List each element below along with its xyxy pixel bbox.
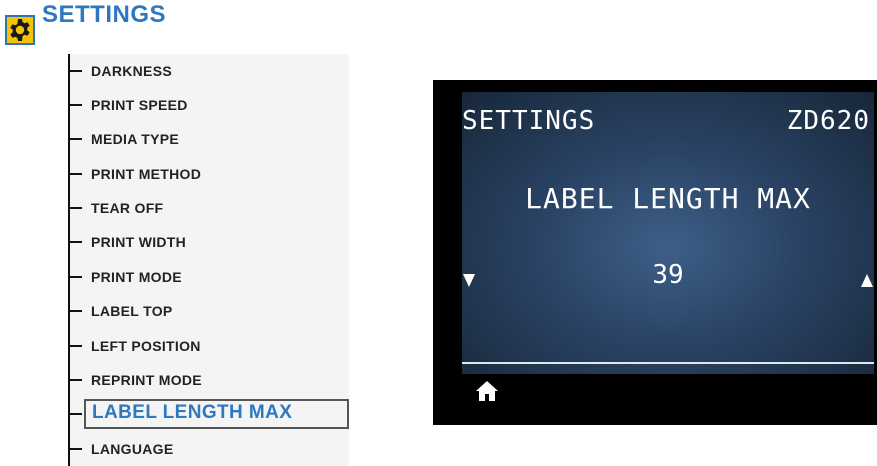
menu-item-label: PRINT SPEED [91, 97, 188, 113]
menu-item-label-top[interactable]: LABEL TOP [68, 294, 349, 328]
setting-value: 39 [652, 260, 684, 290]
gear-icon [5, 15, 35, 45]
menu-item-darkness[interactable]: DARKNESS [68, 54, 349, 88]
lcd-panel: SETTINGS ZD620 LABEL LENGTH MAX 39 [462, 92, 874, 374]
menu-item-reprint-mode[interactable]: REPRINT MODE [68, 363, 349, 397]
menu-item-label: PRINT WIDTH [91, 234, 187, 250]
menu-item-print-speed[interactable]: PRINT SPEED [68, 88, 349, 122]
menu-item-language[interactable]: LANGUAGE [68, 432, 349, 466]
menu-item-label: REPRINT MODE [91, 372, 202, 388]
menu-item-print-width[interactable]: PRINT WIDTH [68, 225, 349, 259]
menu-item-tear-off[interactable]: TEAR OFF [68, 191, 349, 225]
divider [462, 362, 874, 364]
menu-item-label: PRINT MODE [91, 269, 182, 285]
menu-item-print-mode[interactable]: PRINT MODE [68, 260, 349, 294]
menu-item-media-type[interactable]: MEDIA TYPE [68, 122, 349, 156]
printer-display: SETTINGS ZD620 LABEL LENGTH MAX 39 [433, 80, 877, 425]
menu-item-label: LEFT POSITION [91, 338, 201, 354]
menu-item-print-method[interactable]: PRINT METHOD [68, 157, 349, 191]
menu-item-label: LABEL TOP [91, 303, 173, 319]
screen-menu-title: SETTINGS [462, 106, 596, 136]
menu-item-label: LABEL LENGTH MAX [92, 402, 293, 423]
menu-item-label: PRINT METHOD [91, 166, 202, 182]
menu-item-left-position[interactable]: LEFT POSITION [68, 329, 349, 363]
home-icon[interactable] [475, 380, 499, 402]
menu-item-label: TEAR OFF [91, 200, 164, 216]
setting-name: LABEL LENGTH MAX [525, 182, 811, 215]
page-title: SETTINGS [42, 1, 167, 28]
menu-item-label: DARKNESS [91, 63, 172, 79]
menu-item-label: LANGUAGE [91, 441, 174, 457]
menu-item-label: MEDIA TYPE [91, 131, 180, 147]
arrow-up-icon[interactable] [861, 274, 873, 287]
printer-model: ZD620 [786, 106, 870, 136]
menu-item-label-length-max[interactable]: LABEL LENGTH MAX [68, 397, 349, 431]
